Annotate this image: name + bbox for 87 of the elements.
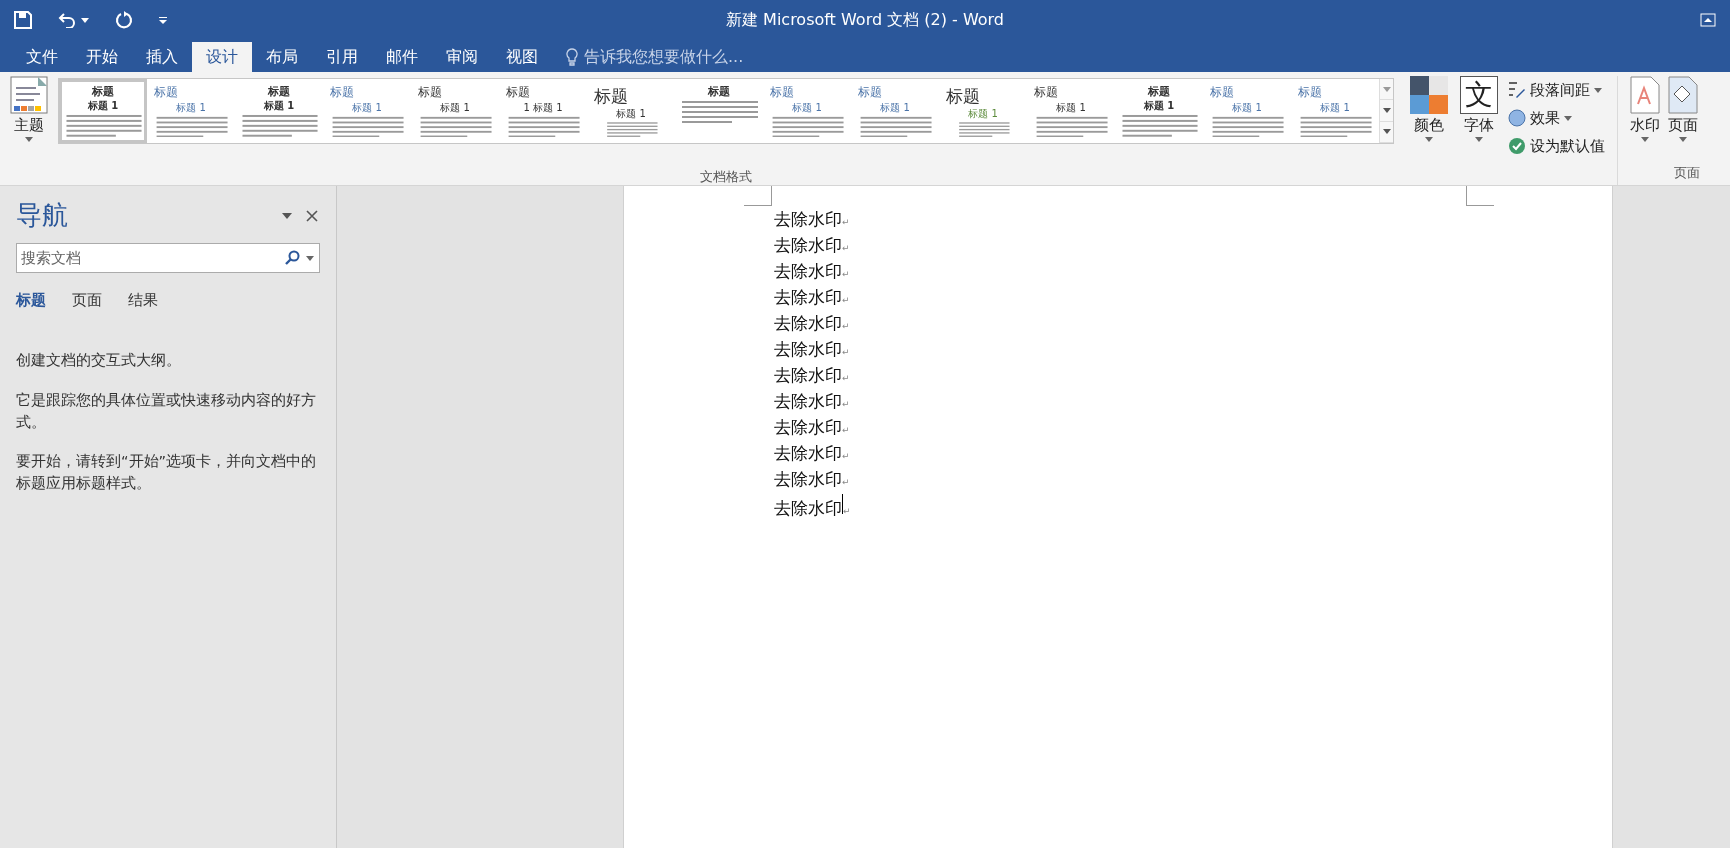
document-text: 去除水印 (774, 234, 842, 257)
search-icon[interactable] (284, 250, 300, 266)
caret-icon (1564, 115, 1572, 121)
document-text: 去除水印 (774, 312, 842, 335)
ribbon-tab[interactable]: 审阅 (432, 42, 492, 72)
caret-icon (81, 17, 89, 23)
caret-icon (1425, 137, 1433, 142)
color-swatch-icon (1410, 76, 1448, 114)
undo-button[interactable] (56, 10, 91, 30)
ribbon-tab[interactable]: 布局 (252, 42, 312, 72)
ribbon-tab[interactable]: 开始 (72, 42, 132, 72)
document-text: 去除水印 (774, 208, 842, 231)
document-text: 去除水印 (774, 416, 842, 439)
ribbon-tab[interactable]: 设计 (192, 42, 252, 72)
paragraph-mark: ↵ (842, 321, 850, 331)
fonts-button[interactable]: 文 字体 (1458, 76, 1500, 164)
caret-icon (1594, 87, 1602, 93)
caret-icon (1679, 137, 1687, 142)
document-text: 去除水印 (774, 364, 842, 387)
paragraph-spacing-icon (1508, 81, 1526, 99)
ribbon-tab[interactable]: 视图 (492, 42, 552, 72)
page-icon (1630, 76, 1660, 114)
paragraph-mark: ↵ (842, 347, 850, 357)
caret-icon (1475, 137, 1483, 142)
ribbon-tab[interactable]: 插入 (132, 42, 192, 72)
document-text: 去除水印 (774, 260, 842, 283)
close-icon[interactable] (304, 207, 320, 224)
paragraph-mark: ↵ (843, 506, 851, 516)
window-title: 新建 Microsoft Word 文档 (2) - Word (726, 9, 1004, 31)
scroll-down-button[interactable] (1380, 100, 1393, 122)
paragraph-mark: ↵ (842, 399, 850, 409)
paragraph-mark: ↵ (842, 295, 850, 305)
caret-icon (1382, 86, 1391, 92)
document-text: 去除水印 (774, 338, 842, 361)
paragraph-mark: ↵ (842, 373, 850, 383)
document-text: 去除水印 (774, 442, 842, 465)
redo-icon[interactable] (113, 9, 135, 31)
style-thumbnail[interactable]: 标题 标题 1 (59, 79, 147, 143)
paragraph-mark: ↵ (842, 217, 850, 227)
check-icon (1508, 137, 1526, 155)
ribbon-tab[interactable]: 邮件 (372, 42, 432, 72)
paragraph-mark: ↵ (842, 269, 850, 279)
undo-icon (58, 12, 78, 28)
caret-icon (25, 137, 33, 142)
pane-tab[interactable]: 标题 (16, 291, 62, 310)
caret-icon (1382, 108, 1391, 113)
pane-tab[interactable]: 结果 (128, 291, 174, 310)
paragraph-spacing-button[interactable]: 段落间距 (1508, 78, 1605, 102)
document-text: 去除水印 (774, 390, 842, 413)
document-text: 去除水印 (774, 497, 842, 520)
paint-bucket-icon (1668, 76, 1698, 114)
ribbon-tab[interactable]: 文件 (12, 42, 72, 72)
pane-tab[interactable]: 页面 (72, 291, 118, 310)
theme-button[interactable]: 主题 (8, 76, 50, 164)
help-text: 要开始，请转到“开始”选项卡，并向文档中的标题应用标题样式。 (16, 452, 318, 493)
crop-mark (1466, 186, 1494, 206)
effects-button[interactable]: 效果 (1508, 106, 1605, 130)
document-text: 去除水印 (774, 286, 842, 309)
effects-icon (1508, 109, 1526, 127)
more-button[interactable] (1380, 121, 1393, 143)
caret-icon (1641, 137, 1649, 142)
paragraph-mark: ↵ (842, 451, 850, 461)
group-label: 页面 (1674, 164, 1700, 182)
crop-mark (744, 186, 772, 206)
theme-icon (10, 76, 48, 114)
watermark-button[interactable]: 水印 (1628, 76, 1662, 164)
group-label: 文档格式 (699, 168, 753, 185)
ribbon-display-icon[interactable] (1698, 11, 1718, 29)
help-text: 它是跟踪您的具体位置或快速移动内容的好方式。 (16, 390, 317, 432)
paragraph-mark: ↵ (842, 425, 850, 435)
colors-button[interactable]: 颜色 (1408, 76, 1450, 164)
pane-title: 导航 (16, 199, 68, 232)
ribbon-tab[interactable]: 引用 (312, 42, 372, 72)
tell-me-field[interactable]: 告诉我您想要做什么... (566, 42, 744, 72)
help-text: 创建文档的交互式大纲。 (16, 351, 182, 370)
caret-icon (1382, 129, 1391, 135)
set-default-button[interactable]: 设为默认值 (1508, 134, 1605, 158)
customize-icon[interactable] (157, 14, 169, 26)
page-color-button[interactable]: 页面 (1666, 76, 1700, 164)
paragraph-mark: ↵ (842, 477, 850, 487)
lightbulb-icon (566, 48, 578, 66)
pane-options-icon[interactable] (280, 210, 294, 221)
search-field[interactable]: 搜索文档 (16, 243, 320, 273)
paragraph-mark: ↵ (842, 243, 850, 253)
caret-icon (306, 255, 314, 261)
document-text: 去除水印 (774, 468, 842, 491)
save-icon[interactable] (12, 9, 34, 31)
